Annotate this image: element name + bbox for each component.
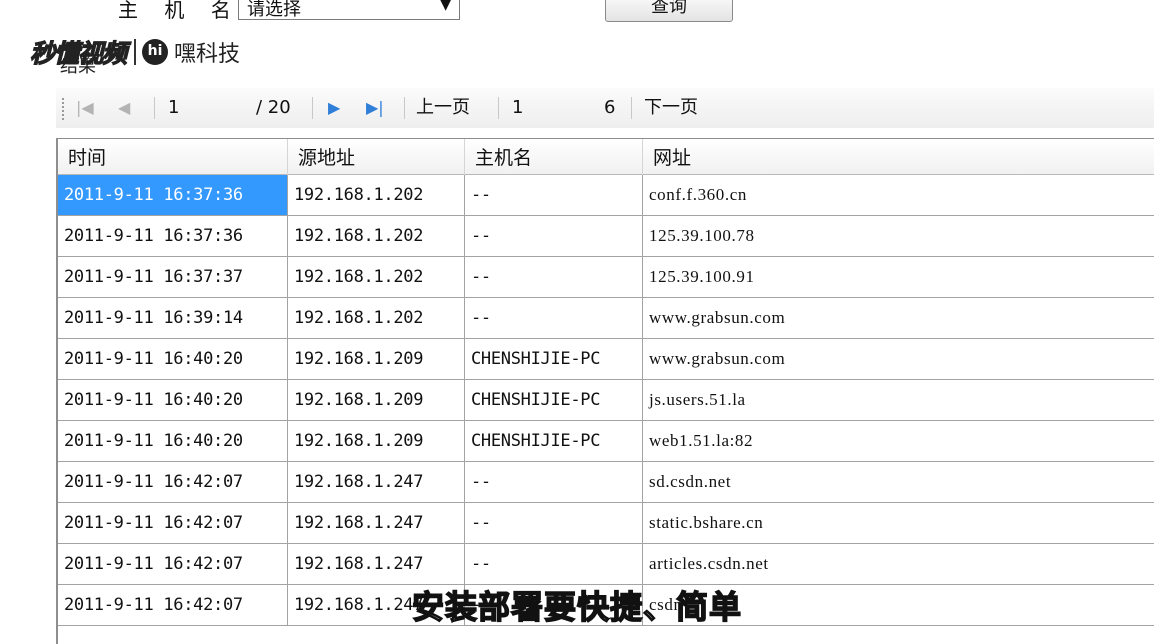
cell-time: 2011-9-11 16:39:14 [58, 298, 288, 338]
cell-time: 2011-9-11 16:42:07 [58, 544, 288, 584]
cell-source: 192.168.1.209 [288, 380, 465, 420]
first-page-icon[interactable]: |◀ [76, 95, 94, 121]
chevron-down-icon: ▼ [440, 0, 451, 13]
cell-hostname: CHENSHIJIE-PC [465, 421, 643, 461]
column-header-source[interactable]: 源地址 [288, 139, 465, 175]
app-window: 主 机 名 请选择 ▼ 查询 秒懂视频 hi 嘿科技 结果 |◀ ◀ 1 / 2… [0, 0, 1154, 644]
brand-watermark: 秒懂视频 hi 嘿科技 [29, 34, 241, 70]
table-row[interactable]: 2011-9-11 16:40:20 192.168.1.209 CHENSHIJI… [58, 380, 1154, 421]
table-row[interactable]: 2011-9-11 16:39:14 192.168.1.202 -- www.gra… [58, 298, 1154, 339]
table-row[interactable]: 2011-9-11 16:40:20 192.168.1.209 CHENSHIJI… [58, 339, 1154, 380]
host-select[interactable]: 请选择 ▼ [238, 0, 460, 20]
host-select-value: 请选择 [247, 0, 301, 20]
cell-time: 2011-9-11 16:37:36 [58, 175, 288, 215]
cell-hostname: -- [465, 462, 643, 502]
current-page-input[interactable]: 1 [168, 95, 179, 121]
cell-url: conf.f.360.cn [643, 175, 1154, 215]
prev-page-icon[interactable]: ◀ [118, 95, 130, 121]
prev-page-button[interactable]: 上一页 [416, 95, 470, 121]
host-label: 主 机 名 [118, 0, 241, 22]
brand-name: 嘿科技 [174, 42, 241, 67]
cell-hostname: -- [465, 503, 643, 543]
column-header-url[interactable]: 网址 [643, 139, 1154, 175]
cell-hostname: -- [465, 216, 643, 256]
cell-url: sd.csdn.net [643, 462, 1154, 502]
video-subtitle: 安装部署要快捷、简单 [411, 587, 742, 627]
next-page-button[interactable]: 下一页 [644, 95, 698, 121]
table-row[interactable]: 2011-9-11 16:37:36 192.168.1.202 -- 125.39.… [58, 216, 1154, 257]
column-header-time[interactable]: 时间 [58, 139, 288, 175]
cell-url: static.bshare.cn [643, 503, 1154, 543]
cell-url: 125.39.100.91 [643, 257, 1154, 297]
column-header-hostname[interactable]: 主机名 [465, 139, 643, 175]
cell-url: articles.csdn.net [643, 544, 1154, 584]
cell-source: 192.168.1.247 [288, 503, 465, 543]
total-pages: / 20 [256, 97, 291, 118]
pager-divider [631, 97, 632, 119]
filter-row: 主 机 名 请选择 ▼ 查询 [0, 0, 1154, 22]
cell-time: 2011-9-11 16:40:20 [58, 380, 288, 420]
cell-time: 2011-9-11 16:37:36 [58, 216, 288, 256]
cell-source: 192.168.1.247 [288, 462, 465, 502]
cell-hostname: -- [465, 175, 643, 215]
cell-url: www.grabsun.com [643, 298, 1154, 338]
cell-source: 192.168.1.209 [288, 421, 465, 461]
cell-url: web1.51.la:82 [643, 421, 1154, 461]
table-row[interactable]: 2011-9-11 16:37:37 192.168.1.202 -- 125.39.… [58, 257, 1154, 298]
page-count: 6 [604, 97, 616, 118]
next-page-icon[interactable]: ▶ [328, 95, 340, 121]
query-button[interactable]: 查询 [605, 0, 733, 22]
cell-url: js.users.51.la [643, 380, 1154, 420]
pager-divider [404, 97, 405, 119]
results-table: 时间 源地址 主机名 网址 2011-9-11 16:37:36 192.168.… [56, 138, 1154, 644]
table-row[interactable]: 2011-9-11 16:42:07 192.168.1.247 -- static.… [58, 503, 1154, 544]
cell-time: 2011-9-11 16:40:20 [58, 421, 288, 461]
pager-divider [312, 97, 313, 119]
table-row[interactable]: 2011-9-11 16:40:20 192.168.1.209 CHENSHIJI… [58, 421, 1154, 462]
table-header: 时间 源地址 主机名 网址 [58, 139, 1154, 175]
cell-source: 192.168.1.247 [288, 544, 465, 584]
cell-time: 2011-9-11 16:42:07 [58, 462, 288, 502]
pager-toolbar: |◀ ◀ 1 / 20 ▶ ▶| 上一页 1 6 下一页 [56, 88, 1154, 128]
table-row[interactable]: 2011-9-11 16:42:07 192.168.1.247 -- sd.csdn… [58, 462, 1154, 503]
pager-divider [154, 97, 155, 119]
cell-source: 192.168.1.209 [288, 339, 465, 379]
cell-source: 192.168.1.202 [288, 216, 465, 256]
cell-hostname: CHENSHIJIE-PC [465, 339, 643, 379]
cell-time: 2011-9-11 16:37:37 [58, 257, 288, 297]
cell-time: 2011-9-11 16:42:07 [58, 503, 288, 543]
table-row[interactable]: 2011-9-11 16:37:36 192.168.1.202 -- conf.f.… [58, 175, 1154, 216]
cell-hostname: CHENSHIJIE-PC [465, 380, 643, 420]
cell-source: 192.168.1.202 [288, 257, 465, 297]
pager-divider [498, 97, 499, 119]
cell-source: 192.168.1.202 [288, 175, 465, 215]
toolbar-grip[interactable] [62, 98, 65, 120]
table-row[interactable]: 2011-9-11 16:42:07 192.168.1.247 -- article… [58, 544, 1154, 585]
cell-hostname: -- [465, 257, 643, 297]
cell-hostname: -- [465, 544, 643, 584]
last-page-icon[interactable]: ▶| [366, 95, 384, 121]
cell-time: 2011-9-11 16:40:20 [58, 339, 288, 379]
cell-source: 192.168.1.202 [288, 298, 465, 338]
brand-divider [134, 39, 137, 65]
brand-logo: 秒懂视频 [29, 38, 127, 68]
cell-hostname: -- [465, 298, 643, 338]
cell-url: www.grabsun.com [643, 339, 1154, 379]
hi-logo-icon: hi [142, 39, 169, 65]
cell-url: 125.39.100.78 [643, 216, 1154, 256]
page-jump-input[interactable]: 1 [512, 95, 523, 121]
